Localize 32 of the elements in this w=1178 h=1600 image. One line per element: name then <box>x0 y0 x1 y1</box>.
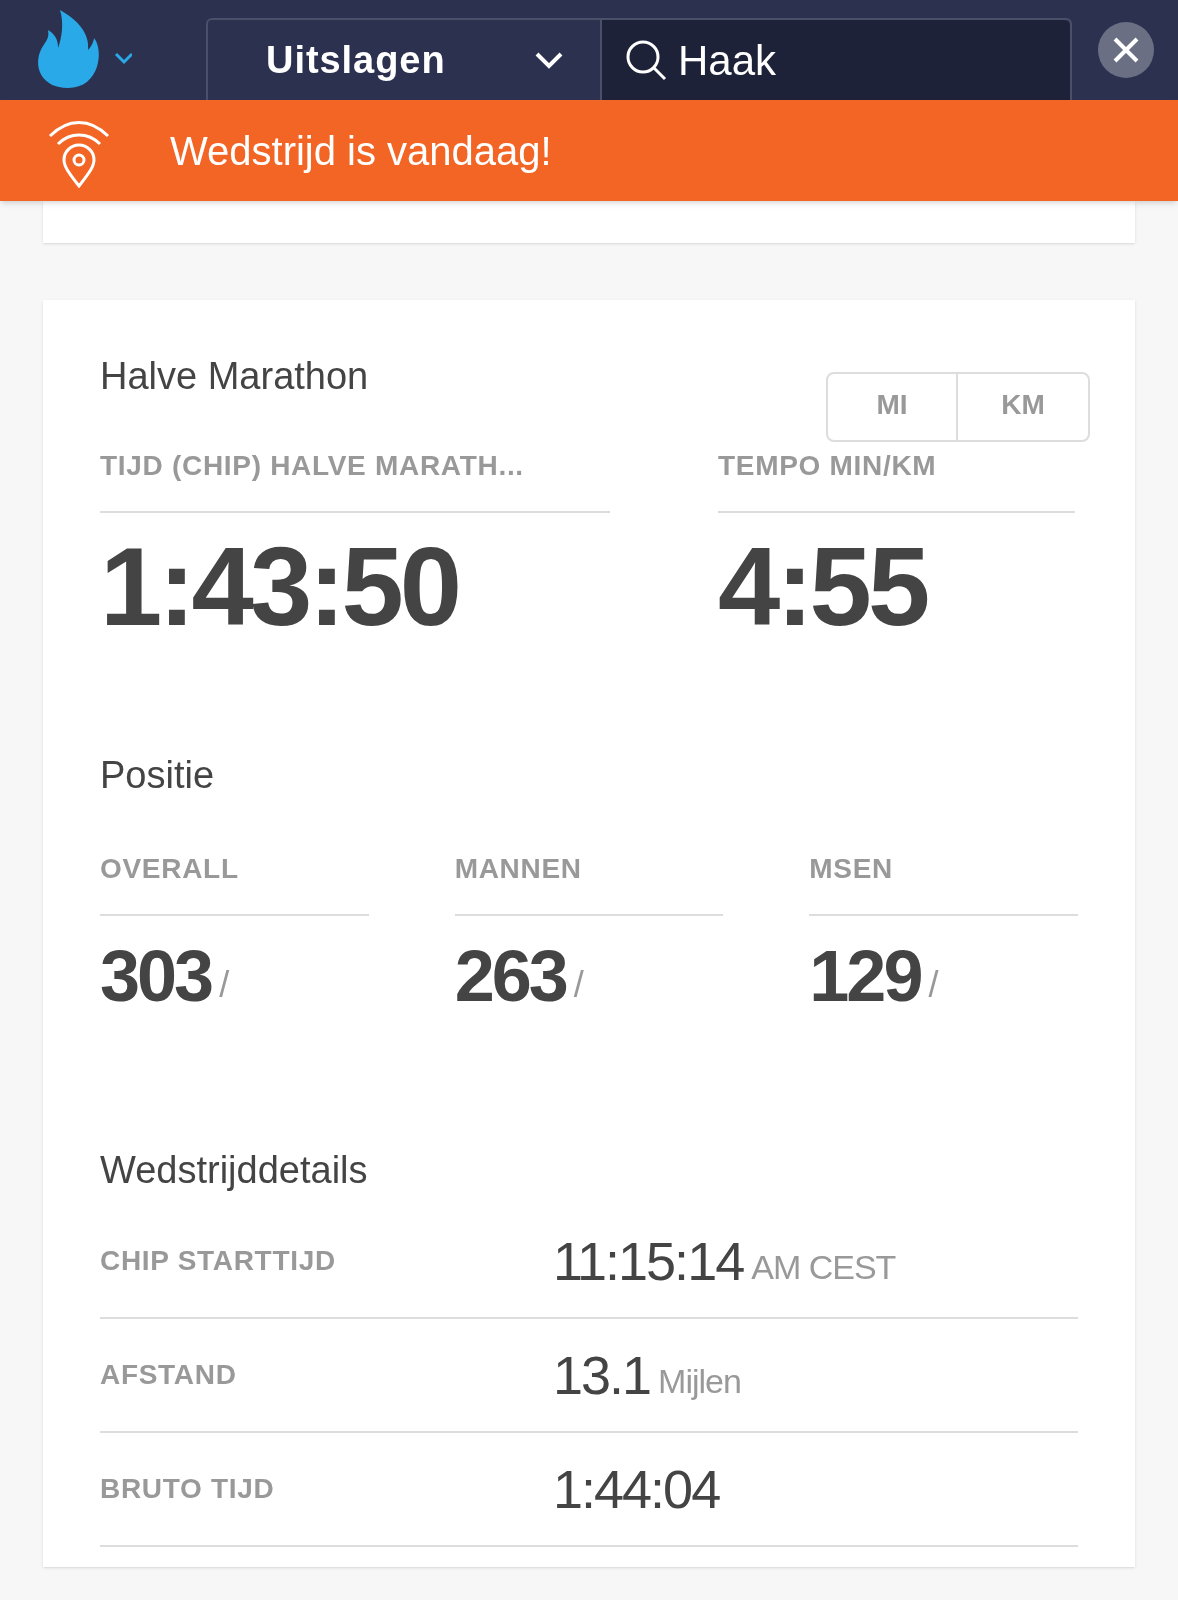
rank-value: 263 <box>454 940 566 1012</box>
detail-unit: Mijlen <box>658 1360 741 1402</box>
detail-value: 1:44:04 <box>553 1457 720 1521</box>
stat-value: 4:55 <box>718 531 928 643</box>
section-dropdown[interactable]: Uitslagen <box>208 20 600 100</box>
rank-label: MSEN <box>809 848 1078 916</box>
close-button[interactable] <box>1098 22 1154 78</box>
rank-separator: / <box>219 963 230 1007</box>
search-field[interactable]: Haak <box>600 20 1070 100</box>
rank-value: 303 <box>100 940 212 1012</box>
search-icon <box>624 38 668 82</box>
stat-value: 1:43:50 <box>100 531 460 643</box>
rank-separator: / <box>928 963 939 1007</box>
section-title: Positie <box>100 753 215 798</box>
rank-label: MANNEN <box>454 848 724 916</box>
detail-unit: AM CEST <box>751 1246 896 1288</box>
rank-value: 129 <box>809 940 921 1012</box>
section-title: Wedstrijddetails <box>100 1148 368 1193</box>
rank-label: OVERALL <box>100 848 369 916</box>
detail-value: 11:15:14 <box>553 1229 744 1293</box>
search-input[interactable]: Haak <box>678 28 1058 92</box>
chevron-down-icon <box>534 50 564 70</box>
section-title: Halve Marathon <box>100 354 369 399</box>
banner-text: Wedstrijd is vandaag! <box>170 127 552 175</box>
detail-label: CHIP STARTTIJD <box>100 1244 337 1278</box>
stat-label: TEMPO MIN/KM <box>718 445 1075 513</box>
stat-label: TIJD (CHIP) HALVE MARATH... <box>100 445 610 513</box>
detail-value: 13.1 <box>553 1343 651 1407</box>
rank-separator: / <box>573 963 584 1007</box>
detail-label: AFSTAND <box>100 1358 238 1392</box>
detail-label: BRUTO TIJD <box>100 1472 276 1506</box>
close-icon <box>1113 37 1139 63</box>
